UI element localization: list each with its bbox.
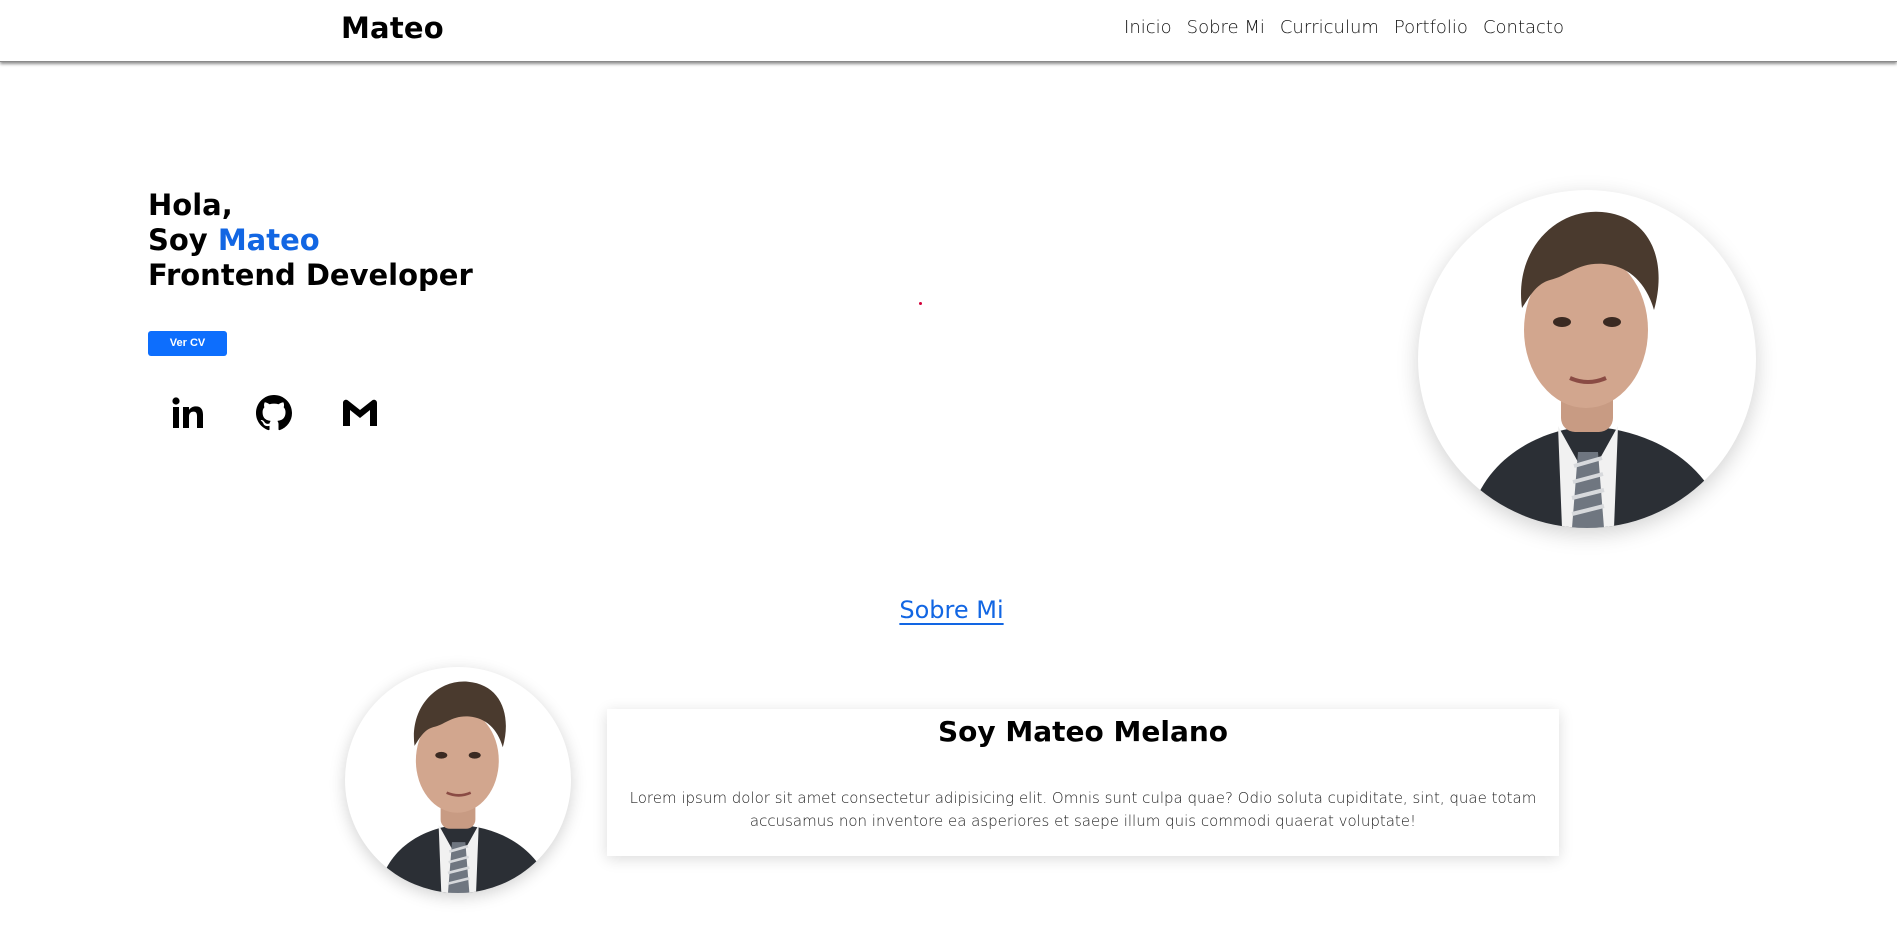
nav-link-contacto[interactable]: Contacto xyxy=(1483,16,1564,40)
gmail-link[interactable] xyxy=(340,393,380,433)
hero-greeting: Hola, xyxy=(148,188,233,222)
profile-portrait-image xyxy=(1468,211,1728,528)
hero-name: Mateo xyxy=(217,223,320,257)
github-icon xyxy=(256,395,292,431)
linkedin-link[interactable] xyxy=(168,393,208,433)
hero-role: Frontend Developer xyxy=(148,258,473,292)
hero-intro: Soy Mateo xyxy=(148,223,473,258)
brand-logo[interactable]: Mateo xyxy=(341,9,444,47)
nav-link-curriculum[interactable]: Curriculum xyxy=(1280,16,1379,40)
github-link[interactable] xyxy=(254,393,294,433)
about-card-text: Lorem ipsum dolor sit amet consectetur a… xyxy=(629,789,1537,830)
decorative-dot xyxy=(919,302,922,305)
main-nav: Inicio Sobre Mi Curriculum Portfolio Con… xyxy=(1124,16,1564,40)
about-profile-photo xyxy=(345,667,571,893)
about-card: Soy Mateo Melano Lorem ipsum dolor sit a… xyxy=(607,709,1559,856)
gmail-icon xyxy=(343,399,377,426)
profile-portrait-image xyxy=(378,681,553,893)
hero-profile-photo xyxy=(1418,190,1756,528)
section-title-sobre-mi[interactable]: Sobre Mi xyxy=(0,596,1897,624)
about-card-title: Soy Mateo Melano xyxy=(937,715,1229,748)
hero-intro-prefix: Soy xyxy=(148,223,208,257)
nav-link-sobre-mi[interactable]: Sobre Mi xyxy=(1187,16,1265,40)
social-links xyxy=(168,393,426,433)
nav-link-portfolio[interactable]: Portfolio xyxy=(1394,16,1468,40)
navbar: Mateo Inicio Sobre Mi Curriculum Portfol… xyxy=(0,0,1897,62)
ver-cv-button[interactable]: Ver CV xyxy=(148,331,227,356)
hero-heading: Hola, Soy Mateo Frontend Developer xyxy=(148,188,473,293)
nav-link-inicio[interactable]: Inicio xyxy=(1124,16,1172,40)
linkedin-icon xyxy=(172,397,203,428)
